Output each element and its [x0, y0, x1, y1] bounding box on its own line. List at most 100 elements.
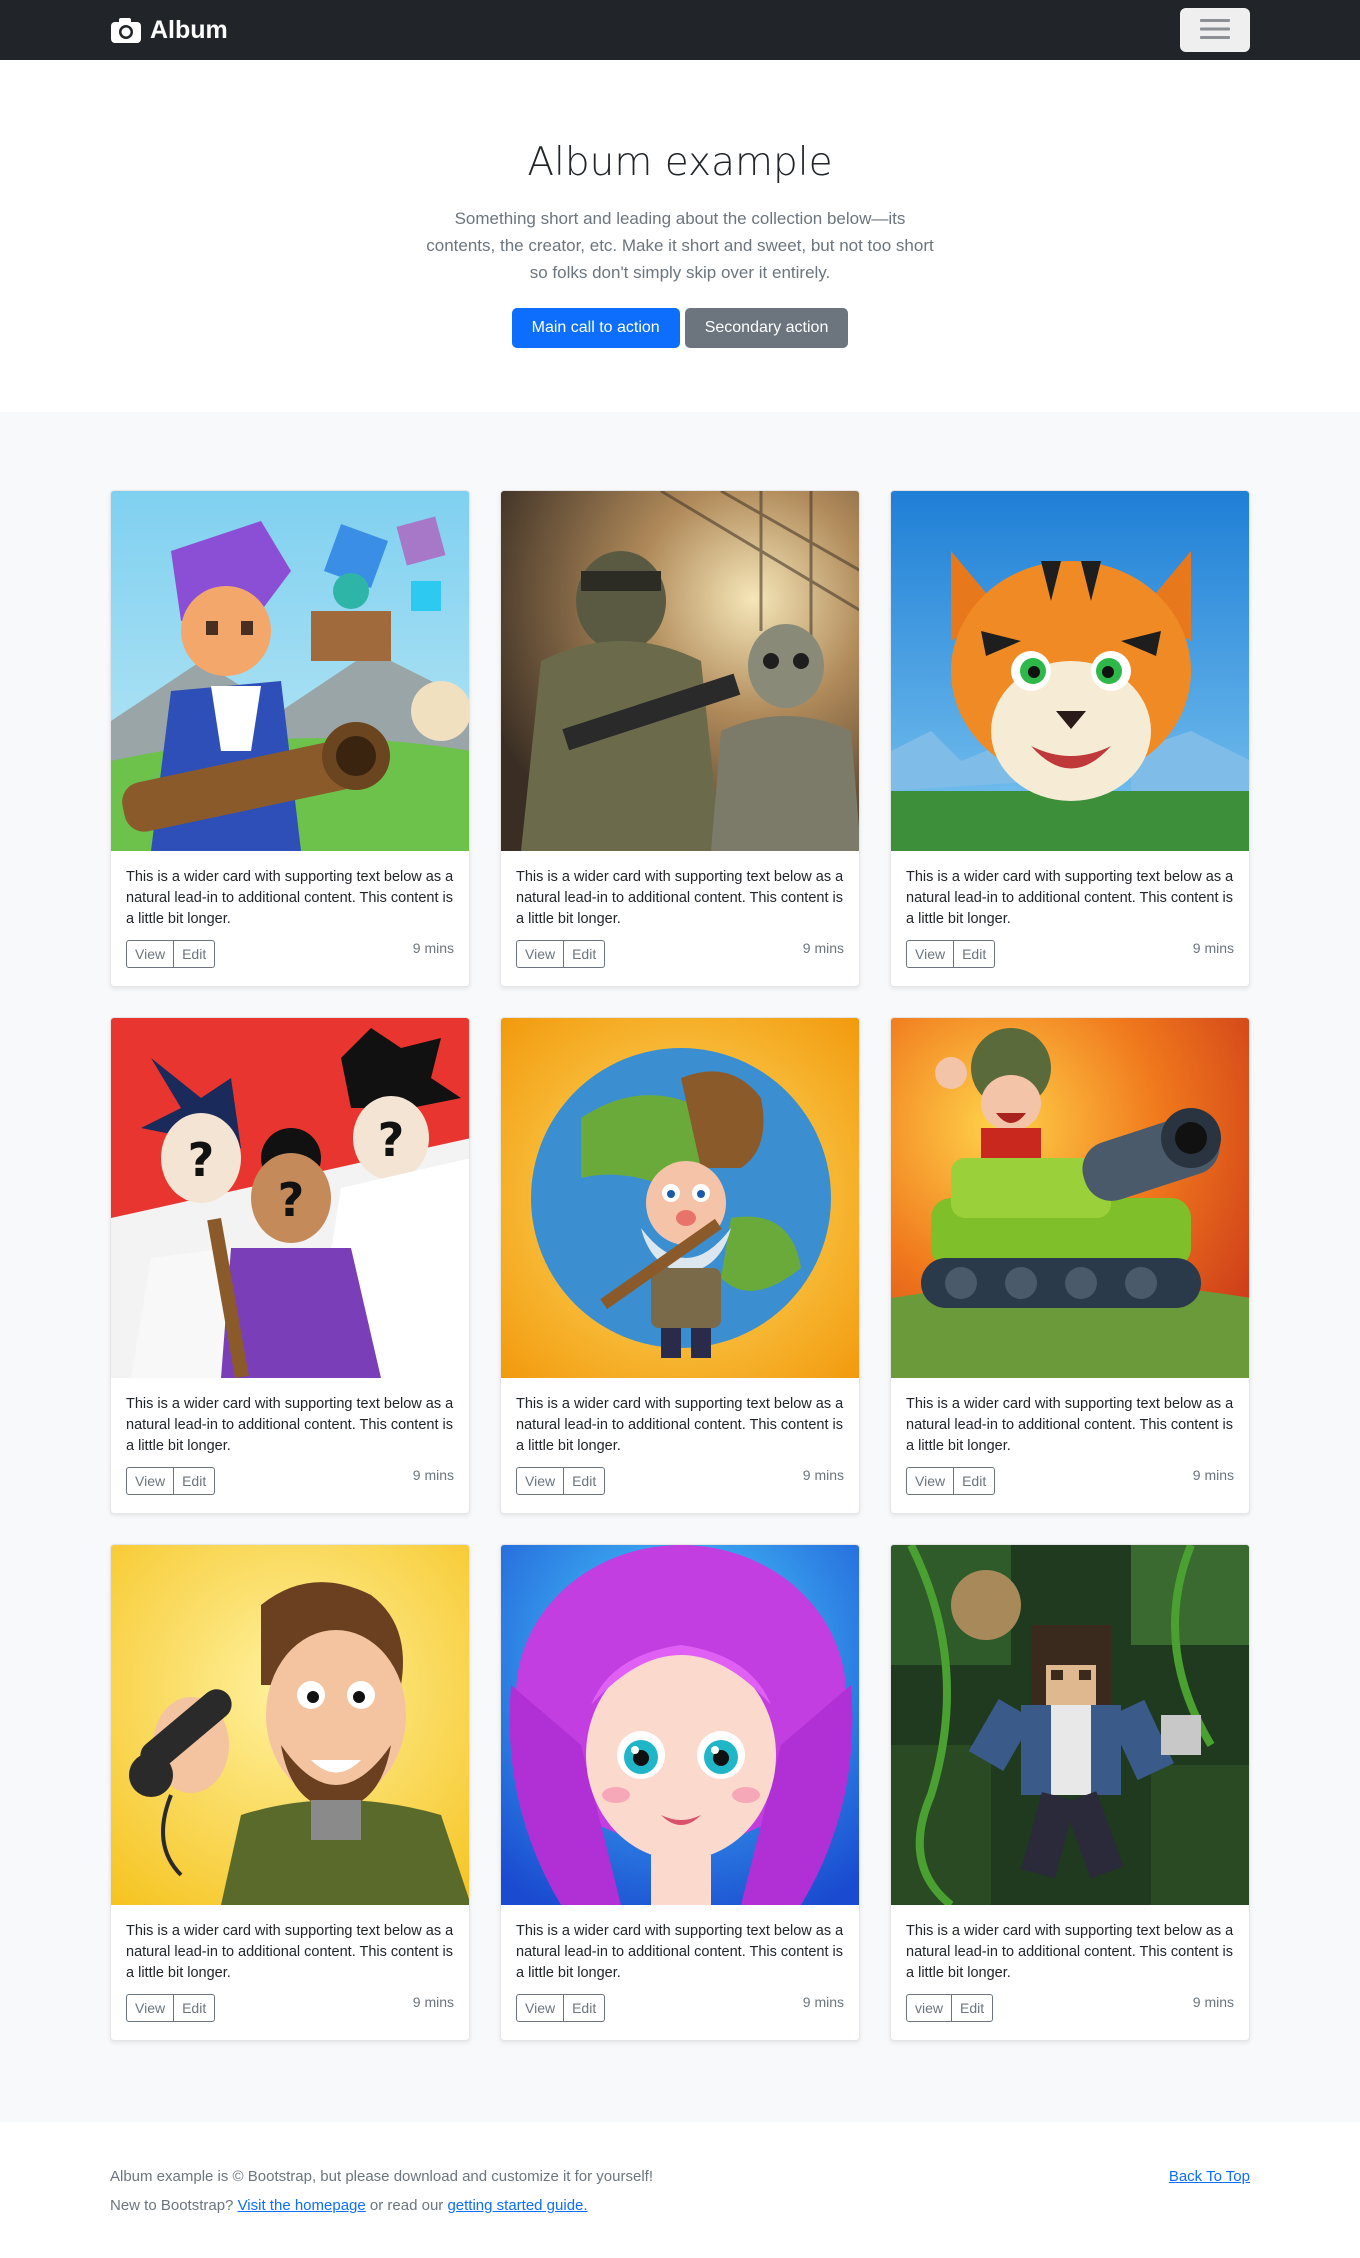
svg-text:?: ?	[278, 1173, 305, 1227]
back-to-top-link[interactable]: Back To Top	[1169, 2162, 1250, 2191]
card-text: This is a wider card with supporting tex…	[516, 869, 844, 927]
card-time: 9 mins	[1192, 940, 1234, 956]
card-footer: View Edit 9 mins	[516, 940, 844, 968]
card-time: 9 mins	[1192, 1467, 1234, 1483]
card-text: This is a wider card with supporting tex…	[126, 1923, 454, 1981]
card-body: This is a wider card with supporting tex…	[111, 851, 469, 968]
edit-button[interactable]: Edit	[564, 940, 606, 968]
hamburger-icon	[1200, 18, 1230, 43]
footer-prefix: New to Bootstrap?	[110, 2197, 238, 2214]
footer-links-line: New to Bootstrap? Visit the homepage or …	[110, 2191, 1250, 2220]
album-card: This is a wider card with supporting tex…	[110, 490, 470, 987]
footer-copyright: Album example is © Bootstrap, but please…	[110, 2168, 653, 2185]
card-button-group: view Edit	[906, 1994, 994, 2022]
card-button-group: View Edit	[516, 940, 606, 968]
card-body: This is a wider card with supporting tex…	[891, 1905, 1249, 2022]
album-card: This is a wider card with supporting tex…	[890, 490, 1250, 987]
card-body: This is a wider card with supporting tex…	[501, 851, 859, 968]
card-button-group: View Edit	[126, 1467, 216, 1495]
card-text: This is a wider card with supporting tex…	[126, 1396, 454, 1454]
edit-button[interactable]: Edit	[174, 940, 216, 968]
album-section: This is a wider card with supporting tex…	[0, 412, 1360, 2122]
card-time: 9 mins	[412, 1467, 454, 1483]
page-footer: Back To Top Album example is © Bootstrap…	[0, 2122, 1360, 2258]
card-time: 9 mins	[802, 1467, 844, 1483]
card-text: This is a wider card with supporting tex…	[906, 1923, 1234, 1981]
getting-started-link[interactable]: getting started guide.	[447, 2197, 587, 2214]
edit-button[interactable]: Edit	[952, 1994, 994, 2022]
edit-button[interactable]: Edit	[174, 1994, 216, 2022]
album-card: This is a wider card with supporting tex…	[500, 1544, 860, 2041]
card-time: 9 mins	[802, 1994, 844, 2010]
card-thumbnail[interactable]	[891, 1545, 1250, 1905]
edit-button[interactable]: Edit	[954, 940, 996, 968]
hero-lead: Something short and leading about the co…	[426, 208, 934, 282]
card-time: 9 mins	[412, 940, 454, 956]
card-grid: This is a wider card with supporting tex…	[110, 490, 1250, 2041]
camera-icon	[110, 16, 142, 44]
edit-button[interactable]: Edit	[954, 1467, 996, 1495]
card-text: This is a wider card with supporting tex…	[906, 869, 1234, 927]
album-card: This is a wider card with supporting tex…	[890, 1017, 1250, 1514]
svg-text:?: ?	[188, 1133, 215, 1187]
card-thumbnail[interactable]	[111, 1545, 470, 1905]
brand-link[interactable]: Album	[110, 16, 228, 45]
card-text: This is a wider card with supporting tex…	[516, 1396, 844, 1454]
card-thumbnail[interactable]: ? ? ?	[111, 1018, 470, 1378]
card-button-group: View Edit	[906, 940, 996, 968]
album-card: This is a wider card with supporting tex…	[110, 1544, 470, 2041]
card-footer: View Edit 9 mins	[126, 1994, 454, 2022]
card-body: This is a wider card with supporting tex…	[111, 1378, 469, 1495]
card-thumbnail[interactable]	[501, 1545, 860, 1905]
card-footer: View Edit 9 mins	[126, 1467, 454, 1495]
edit-button[interactable]: Edit	[564, 1994, 606, 2022]
card-thumbnail[interactable]	[891, 1018, 1250, 1378]
card-button-group: View Edit	[516, 1994, 606, 2022]
view-button[interactable]: View	[126, 1994, 175, 2022]
page-title: Album example	[527, 140, 833, 185]
card-body: This is a wider card with supporting tex…	[111, 1905, 469, 2022]
card-text: This is a wider card with supporting tex…	[906, 1396, 1234, 1454]
view-button[interactable]: View	[516, 1467, 565, 1495]
card-footer: View Edit 9 mins	[516, 1467, 844, 1495]
view-button[interactable]: View	[126, 940, 175, 968]
hero-actions: Main call to action Secondary action	[0, 307, 1360, 348]
hero-section: Album example Something short and leadin…	[0, 60, 1360, 412]
secondary-action-button[interactable]: Secondary action	[684, 307, 849, 348]
card-thumbnail[interactable]	[111, 491, 470, 851]
navbar: Album	[0, 0, 1360, 60]
view-button[interactable]: View	[126, 1467, 175, 1495]
album-card: This is a wider card with supporting tex…	[500, 1017, 860, 1514]
album-card: This is a wider card with supporting tex…	[890, 1544, 1250, 2041]
edit-button[interactable]: Edit	[564, 1467, 606, 1495]
card-body: This is a wider card with supporting tex…	[501, 1905, 859, 2022]
card-button-group: View Edit	[906, 1467, 996, 1495]
card-time: 9 mins	[802, 940, 844, 956]
footer-mid: or read our	[365, 2197, 448, 2214]
homepage-link[interactable]: Visit the homepage	[238, 2197, 366, 2214]
card-time: 9 mins	[1192, 1994, 1234, 2010]
view-button[interactable]: View	[516, 940, 565, 968]
card-body: This is a wider card with supporting tex…	[501, 1378, 859, 1495]
brand-label: Album	[150, 15, 228, 44]
view-button[interactable]: view	[906, 1994, 953, 2022]
card-body: This is a wider card with supporting tex…	[891, 1378, 1249, 1495]
card-thumbnail[interactable]	[501, 491, 860, 851]
card-text: This is a wider card with supporting tex…	[516, 1923, 844, 1981]
card-thumbnail[interactable]	[501, 1018, 860, 1378]
card-footer: View Edit 9 mins	[906, 940, 1234, 968]
edit-button[interactable]: Edit	[174, 1467, 216, 1495]
album-card: ? ? ? This is a wider card with supporti…	[110, 1017, 470, 1514]
card-thumbnail[interactable]	[891, 491, 1250, 851]
card-footer: View Edit 9 mins	[906, 1467, 1234, 1495]
card-footer: View Edit 9 mins	[126, 940, 454, 968]
card-time: 9 mins	[412, 1994, 454, 2010]
view-button[interactable]: View	[906, 1467, 955, 1495]
main-call-to-action-button[interactable]: Main call to action	[511, 307, 680, 348]
view-button[interactable]: View	[516, 1994, 565, 2022]
card-footer: View Edit 9 mins	[516, 1994, 844, 2022]
navbar-toggle-button[interactable]	[1180, 8, 1250, 52]
view-button[interactable]: View	[906, 940, 955, 968]
card-button-group: View Edit	[126, 1994, 216, 2022]
album-card: This is a wider card with supporting tex…	[500, 490, 860, 987]
